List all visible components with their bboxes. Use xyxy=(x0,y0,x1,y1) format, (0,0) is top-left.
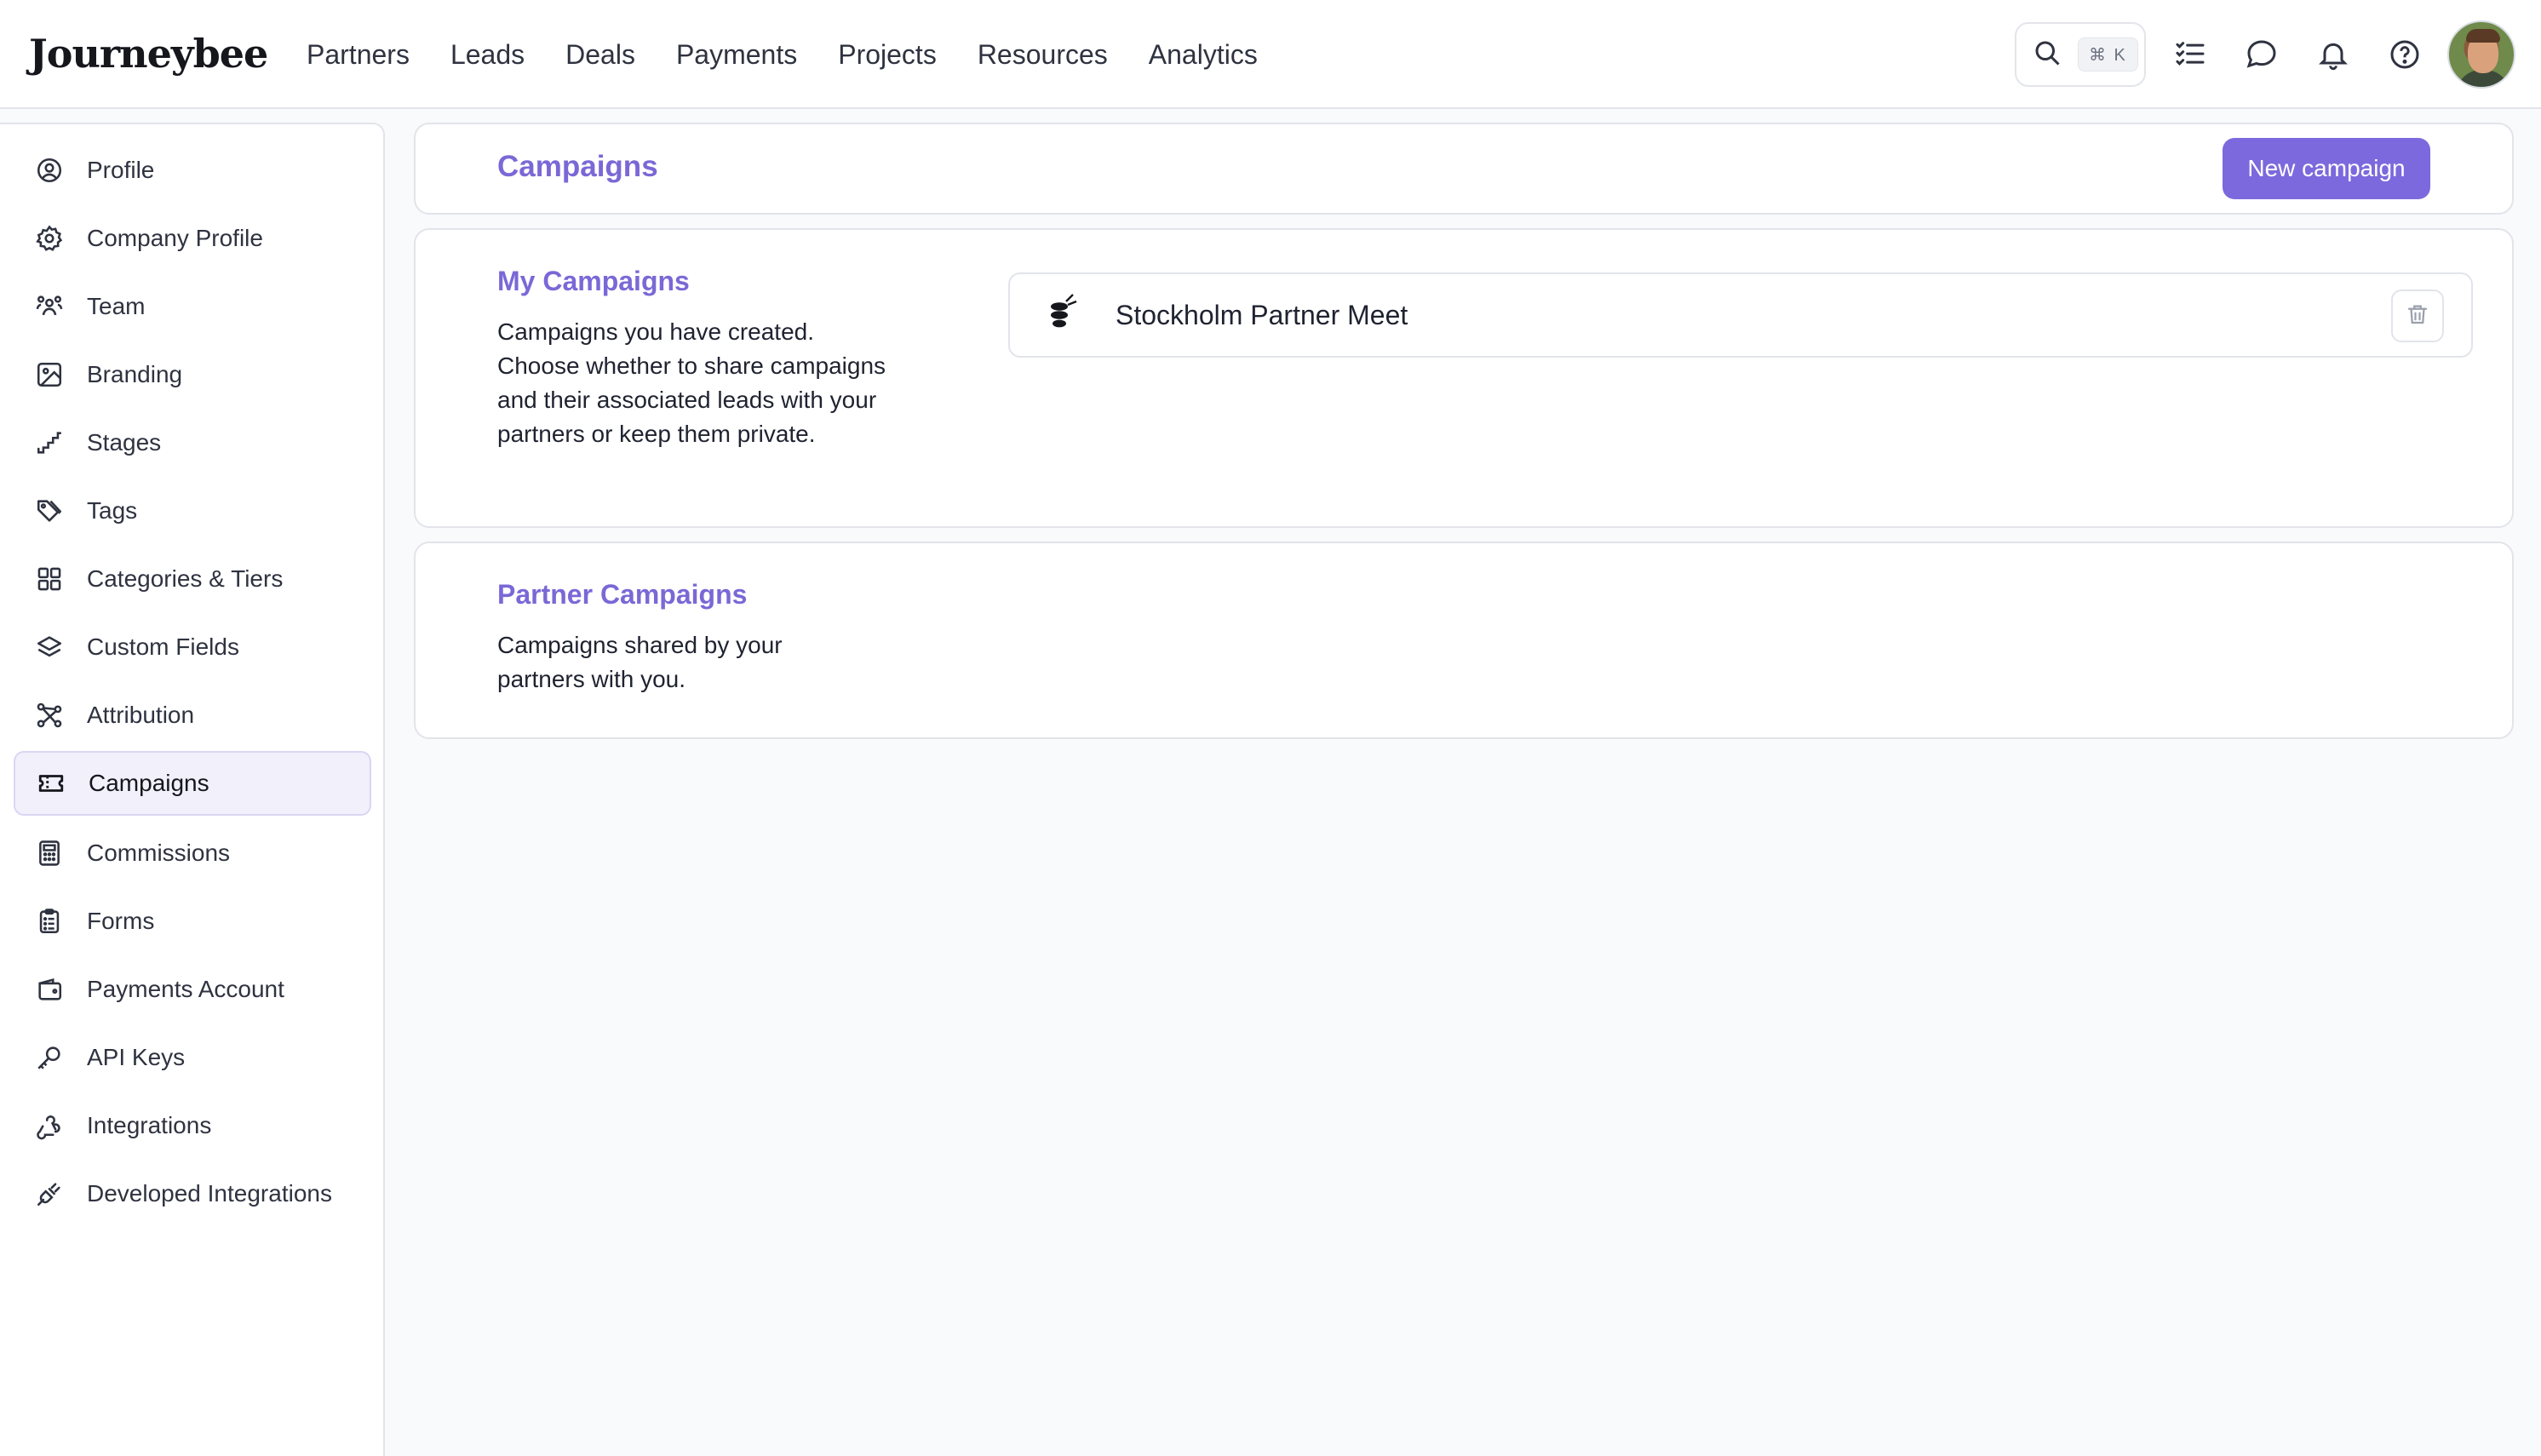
nav-projects[interactable]: Projects xyxy=(838,39,937,71)
sidebar-item-categories-tiers[interactable]: Categories & Tiers xyxy=(14,547,371,611)
chat-icon[interactable] xyxy=(2234,27,2289,82)
route-icon xyxy=(34,700,65,731)
user-circle-icon xyxy=(34,155,65,186)
partner-campaigns-section: Partner Campaigns Campaigns shared by yo… xyxy=(414,542,2514,739)
sidebar-item-label: Custom Fields xyxy=(87,633,239,660)
page-title: Campaigns xyxy=(497,150,658,183)
sidebar-item-label: Payments Account xyxy=(87,976,284,1002)
sidebar-item-integrations[interactable]: Integrations xyxy=(14,1093,371,1158)
calculator-icon xyxy=(34,838,65,868)
key-icon xyxy=(34,1042,65,1073)
sidebar-item-label: Campaigns xyxy=(89,770,209,796)
partner-campaigns-title: Partner Campaigns xyxy=(497,579,748,610)
journeybee-logo[interactable]: Journeybee xyxy=(29,26,268,82)
sidebar-item-label: Tags xyxy=(87,497,138,524)
grid-icon xyxy=(34,564,65,594)
search-button[interactable]: ⌘ K xyxy=(2015,22,2146,87)
delete-campaign-button[interactable] xyxy=(2391,289,2444,342)
sidebar-item-label: Profile xyxy=(87,157,155,183)
nav-partners[interactable]: Partners xyxy=(307,39,410,71)
trash-icon xyxy=(2405,301,2430,331)
sidebar-item-label: Team xyxy=(87,293,146,319)
sidebar-item-label: Attribution xyxy=(87,702,195,728)
my-campaigns-title: My Campaigns xyxy=(497,266,690,296)
plug-icon xyxy=(34,1178,65,1209)
nav-payments[interactable]: Payments xyxy=(676,39,797,71)
sidebar-item-attribution[interactable]: Attribution xyxy=(14,683,371,748)
search-icon xyxy=(2032,37,2062,72)
sidebar-item-campaigns[interactable]: Campaigns xyxy=(14,751,371,816)
sidebar-item-custom-fields[interactable]: Custom Fields xyxy=(14,615,371,679)
sidebar-item-branding[interactable]: Branding xyxy=(14,342,371,407)
sidebar-item-stages[interactable]: Stages xyxy=(14,410,371,475)
sidebar-item-tags[interactable]: Tags xyxy=(14,479,371,543)
sidebar-item-label: Integrations xyxy=(87,1112,212,1138)
sidebar-item-company-profile[interactable]: Company Profile xyxy=(14,206,371,271)
bee-icon xyxy=(1010,293,1116,338)
layers-icon xyxy=(34,632,65,662)
sidebar-item-profile[interactable]: Profile xyxy=(14,138,371,203)
wallet-icon xyxy=(34,974,65,1005)
sidebar-item-label: Forms xyxy=(87,908,155,934)
gear-icon xyxy=(34,223,65,254)
sidebar-item-forms[interactable]: Forms xyxy=(14,889,371,954)
avatar[interactable] xyxy=(2447,20,2515,89)
sidebar-item-label: Categories & Tiers xyxy=(87,565,284,592)
page-header: Campaigns New campaign xyxy=(414,123,2514,215)
clipboard-icon xyxy=(34,906,65,937)
new-campaign-button[interactable]: New campaign xyxy=(2223,138,2430,199)
tasks-icon[interactable] xyxy=(2163,27,2217,82)
sidebar-item-api-keys[interactable]: API Keys xyxy=(14,1025,371,1090)
sidebar-item-label: Commissions xyxy=(87,840,231,866)
nav-deals[interactable]: Deals xyxy=(565,39,635,71)
main-nav: Partners Leads Deals Payments Projects R… xyxy=(307,0,1299,109)
sidebar-item-developed-integrations[interactable]: Developed Integrations xyxy=(14,1161,371,1226)
settings-sidebar: Profile Company Profile Team Branding St… xyxy=(0,123,385,1456)
bell-icon[interactable] xyxy=(2306,27,2360,82)
nav-resources[interactable]: Resources xyxy=(978,39,1108,71)
webhook-icon xyxy=(34,1110,65,1141)
nav-leads[interactable]: Leads xyxy=(450,39,525,71)
sidebar-item-label: Developed Integrations xyxy=(87,1180,332,1207)
sidebar-item-label: Branding xyxy=(87,361,183,387)
sidebar-item-label: Company Profile xyxy=(87,225,263,251)
campaign-name: Stockholm Partner Meet xyxy=(1116,299,1408,330)
team-icon xyxy=(34,291,65,322)
stairs-icon xyxy=(34,427,65,458)
sidebar-item-team[interactable]: Team xyxy=(14,274,371,339)
top-navbar: Journeybee Partners Leads Deals Payments… xyxy=(0,0,2541,109)
sidebar-item-label: API Keys xyxy=(87,1044,186,1070)
top-actions: ⌘ K xyxy=(2015,20,2515,89)
nav-analytics[interactable]: Analytics xyxy=(1149,39,1258,71)
sidebar-item-payments-account[interactable]: Payments Account xyxy=(14,957,371,1022)
sidebar-item-commissions[interactable]: Commissions xyxy=(14,821,371,886)
image-icon xyxy=(34,359,65,390)
ticket-icon xyxy=(36,768,66,799)
campaign-list-item[interactable]: Stockholm Partner Meet xyxy=(1008,272,2473,358)
my-campaigns-section: My Campaigns Campaigns you have created.… xyxy=(414,228,2514,528)
logo-text: Journeybee xyxy=(29,31,268,77)
help-icon[interactable] xyxy=(2378,27,2432,82)
search-shortcut: ⌘ K xyxy=(2078,37,2138,72)
sidebar-item-label: Stages xyxy=(87,429,162,456)
tags-icon xyxy=(34,496,65,526)
partner-campaigns-description: Campaigns shared by your partners with y… xyxy=(497,632,783,692)
my-campaigns-description: Campaigns you have created. Choose wheth… xyxy=(497,318,886,447)
